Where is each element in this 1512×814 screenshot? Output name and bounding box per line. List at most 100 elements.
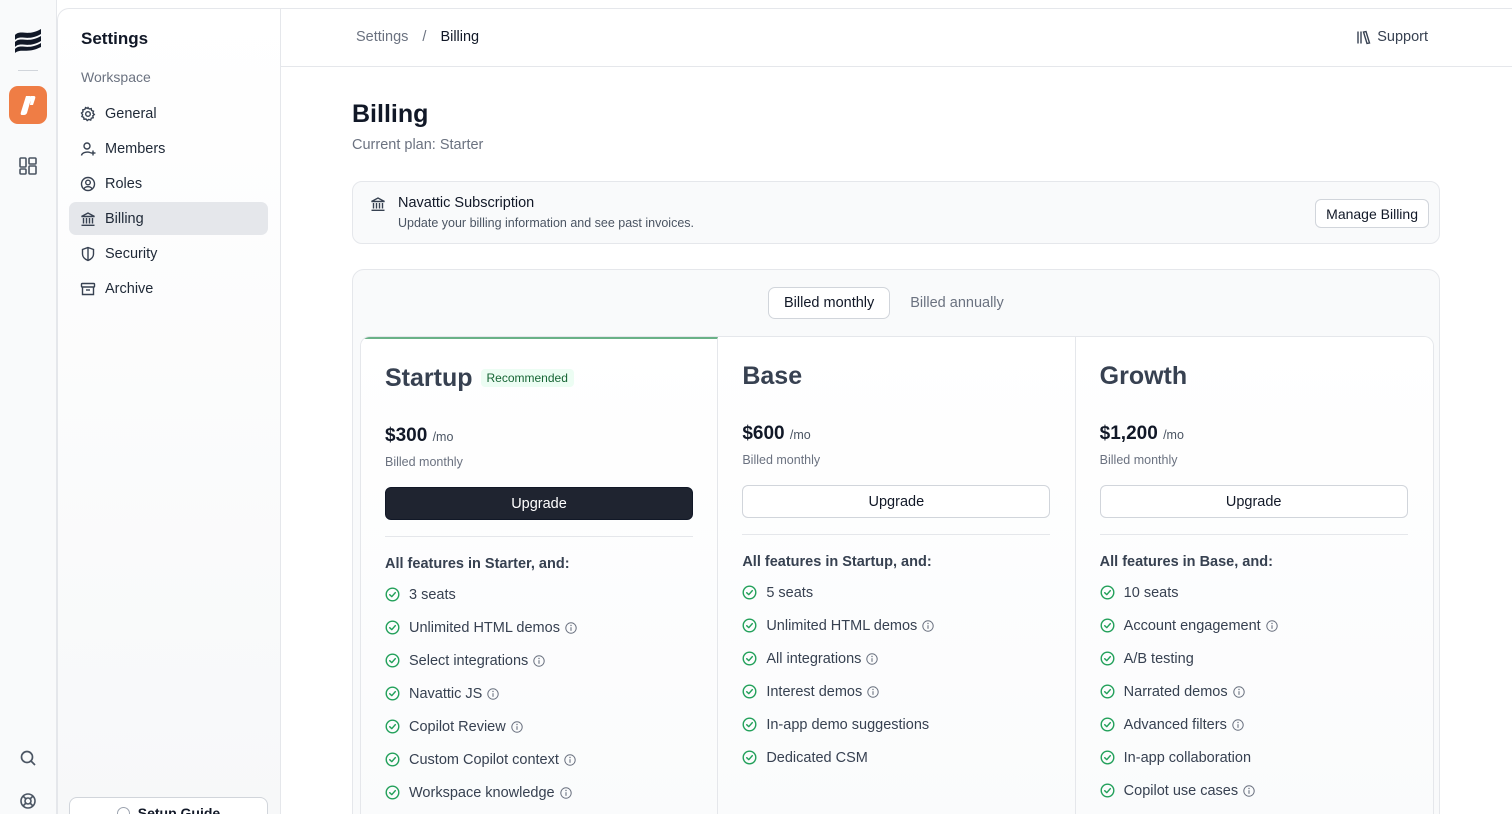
feature-text: In-app collaboration — [1123, 749, 1252, 766]
user-circle-icon — [80, 176, 96, 191]
plan-cards: Startup Recommended $300 /mo Billed mont… — [360, 336, 1434, 814]
sidebar-nav: General Members Roles Billing Security A… — [69, 97, 268, 307]
feature-item: Copilot Review — [385, 710, 693, 743]
check-circle-icon — [742, 750, 757, 765]
features-heading: All features in Base, and: — [1099, 554, 1273, 570]
feature-text: Narrated demos — [1123, 683, 1228, 700]
billed-annually-tab[interactable]: Billed annually — [894, 287, 1020, 319]
check-circle-icon — [385, 686, 400, 701]
check-circle-icon — [742, 618, 757, 633]
billed-monthly-tab[interactable]: Billed monthly — [768, 287, 891, 319]
feature-text: Navattic JS — [409, 685, 483, 702]
sidebar-item-security[interactable]: Security — [69, 237, 268, 270]
feature-item: In-app collaboration — [1100, 741, 1409, 774]
plan-name: Growth — [1100, 361, 1409, 391]
info-icon[interactable] — [487, 687, 500, 700]
archive-icon — [80, 282, 96, 295]
info-icon[interactable] — [1243, 784, 1255, 797]
feature-item: 5 seats — [742, 576, 1050, 609]
info-icon[interactable] — [922, 619, 934, 632]
price-period: /mo — [789, 428, 811, 442]
search-icon[interactable] — [19, 749, 37, 767]
library-books-icon — [1357, 30, 1371, 44]
plan-billing-cycle: Billed monthly — [742, 453, 821, 467]
navattic-logo-icon[interactable] — [12, 26, 44, 54]
check-circle-icon — [742, 684, 757, 699]
info-icon[interactable] — [533, 654, 545, 667]
breadcrumb: Settings / Billing — [356, 29, 479, 45]
feature-list: 10 seats Account engagement A/B testing Nar… — [1100, 576, 1409, 807]
check-circle-icon — [385, 620, 400, 635]
plan-price: $1,200 /mo — [1100, 423, 1409, 445]
feature-item: In-app demo suggestions — [742, 708, 1050, 741]
breadcrumb-billing: Billing — [440, 29, 480, 45]
info-icon[interactable] — [511, 720, 523, 733]
sidebar-item-roles[interactable]: Roles — [69, 167, 268, 200]
support-link[interactable]: Support — [1356, 29, 1428, 45]
dashboard-grid-icon[interactable] — [18, 156, 38, 176]
plan-card-startup: Startup Recommended $300 /mo Billed mont… — [361, 337, 719, 814]
bank-icon — [371, 197, 385, 212]
feature-item: A/B testing — [1100, 642, 1409, 675]
feature-list: 5 seats Unlimited HTML demos All integrati… — [742, 576, 1050, 774]
info-icon[interactable] — [1232, 685, 1245, 698]
upgrade-button[interactable]: Upgrade — [385, 487, 693, 520]
sidebar-item-label: Archive — [105, 280, 154, 297]
workspace-app-icon[interactable] — [9, 86, 47, 124]
price-period: /mo — [1163, 428, 1184, 442]
info-icon[interactable] — [867, 685, 879, 698]
plan-billing-cycle: Billed monthly — [1099, 453, 1178, 467]
feature-text: Select integrations — [409, 652, 529, 669]
plan-title: Growth — [1099, 361, 1188, 390]
features-heading: All features in Starter, and: — [385, 556, 570, 572]
feature-text: 3 seats — [409, 586, 456, 603]
subscription-card: Navattic Subscription Update your billin… — [352, 181, 1440, 244]
check-circle-icon — [385, 587, 400, 602]
manage-billing-button[interactable]: Manage Billing — [1315, 199, 1429, 228]
divider — [385, 536, 693, 537]
plan-name: Startup Recommended — [385, 363, 693, 393]
setup-guide-label: Setup Guide — [137, 805, 221, 814]
feature-text: 5 seats — [766, 584, 814, 601]
check-circle-icon — [1100, 783, 1115, 798]
feature-item: Dedicated CSM — [742, 741, 1050, 774]
sidebar-item-label: General — [105, 105, 157, 122]
plan-billing-cycle: Billed monthly — [385, 455, 463, 469]
billing-main: Billing Current plan: Starter Navattic S… — [352, 100, 1442, 814]
check-circle-icon — [742, 717, 757, 732]
feature-item: Workspace knowledge — [385, 776, 693, 809]
sidebar-item-general[interactable]: General — [69, 97, 268, 130]
help-lifebuoy-icon[interactable] — [19, 792, 37, 810]
check-circle-icon — [1100, 750, 1115, 765]
info-icon[interactable] — [559, 786, 572, 799]
features-heading: All features in Startup, and: — [742, 554, 932, 570]
feature-item: Advanced filters — [1100, 708, 1409, 741]
info-icon[interactable] — [564, 753, 576, 766]
feature-text: Unlimited HTML demos — [409, 619, 560, 636]
feature-item: 3 seats — [385, 578, 693, 611]
sidebar-item-label: Members — [105, 140, 166, 157]
upgrade-button[interactable]: Upgrade — [1099, 485, 1408, 518]
current-plan-text: Current plan: Starter — [352, 137, 484, 153]
feature-item: All integrations — [742, 642, 1050, 675]
info-icon[interactable] — [565, 621, 577, 634]
check-circle-icon — [742, 651, 757, 666]
breadcrumb-settings[interactable]: Settings — [356, 29, 408, 45]
plan-price: $300 /mo — [385, 425, 693, 447]
gear-icon — [80, 105, 96, 121]
info-icon[interactable] — [1232, 718, 1244, 731]
sidebar-item-label: Security — [105, 245, 158, 262]
check-circle-icon — [1100, 651, 1115, 666]
sidebar-item-billing[interactable]: Billing — [69, 202, 268, 235]
subscription-description: Update your billing information and see … — [398, 216, 695, 230]
setup-guide-button[interactable]: Setup Guide — [69, 797, 268, 814]
sidebar-item-archive[interactable]: Archive — [69, 272, 268, 305]
feature-text: Account engagement — [1123, 617, 1261, 634]
info-icon[interactable] — [1266, 619, 1278, 632]
plan-card-base: Base $600 /mo Billed monthly Upgrade All… — [718, 337, 1076, 814]
upgrade-button[interactable]: Upgrade — [742, 485, 1051, 518]
sidebar-item-members[interactable]: Members — [69, 132, 268, 165]
info-icon[interactable] — [866, 652, 879, 665]
feature-text: Unlimited HTML demos — [766, 617, 918, 634]
sidebar-title: Settings — [81, 29, 149, 48]
